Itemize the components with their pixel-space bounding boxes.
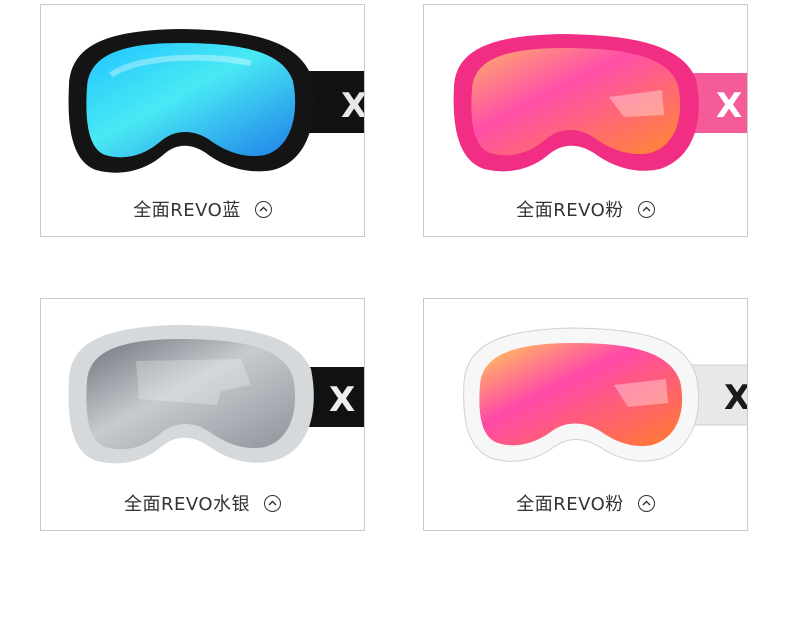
goggle-image: X [68,29,365,173]
product-label: 全面REVO蓝 [133,200,241,221]
label-row: 全面REVO水银 [41,490,364,516]
product-label: 全面REVO粉 [516,200,624,221]
label-row: 全面REVO蓝 [41,196,364,222]
strap-logo: X [329,380,355,420]
strap-logo: X [716,86,742,126]
product-card-1[interactable]: X 全面REVO蓝 [40,4,365,237]
chevron-up-icon[interactable] [637,494,655,512]
strap-logo: X [724,378,748,418]
strap-logo: X [341,86,365,126]
goggle-image: X [68,325,364,464]
label-row: 全面REVO粉 [424,196,747,222]
label-row: 全面REVO粉 [424,490,747,516]
goggle-image: X [453,34,747,172]
chevron-up-icon[interactable] [264,494,282,512]
product-label: 全面REVO粉 [516,494,624,515]
chevron-up-icon[interactable] [637,200,655,218]
product-card-2[interactable]: X 全面REVO粉 [423,4,748,237]
product-label: 全面REVO水银 [123,494,251,515]
chevron-up-icon[interactable] [254,200,272,218]
product-card-4[interactable]: X 全面REVO粉 [423,298,748,531]
product-card-3[interactable]: X 全面REVO水银 [40,298,365,531]
goggle-image: X [463,327,748,462]
